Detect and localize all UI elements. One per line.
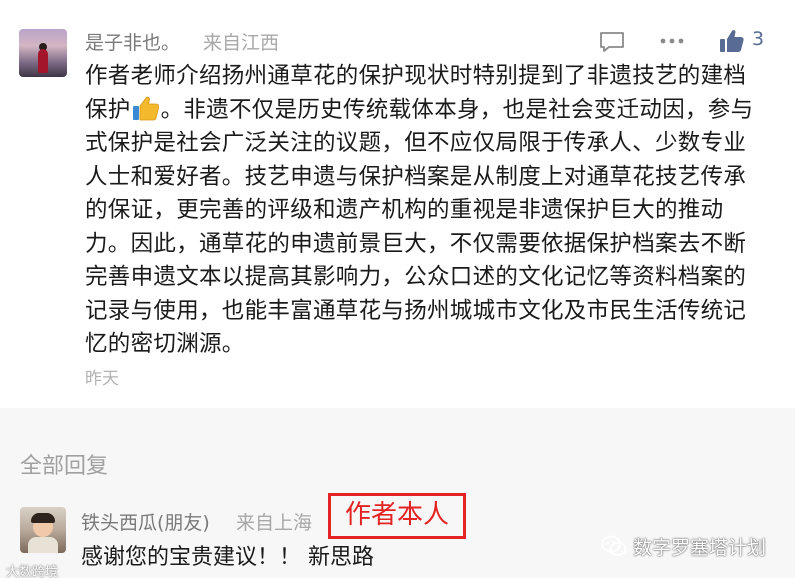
- comment-text: 作者老师介绍扬州通草花的保护现状时特别提到了非遗技艺的建档保护 。非遗不仅是历史…: [85, 60, 765, 362]
- wechat-icon: [601, 535, 627, 556]
- watermark-right: 数字罗塞塔计划: [601, 533, 766, 559]
- thumbs-up-emoji-icon: [132, 96, 159, 120]
- avatar[interactable]: [19, 29, 67, 77]
- replies-section: 全部回复 铁头西瓜(朋友) 来自上海 作者本人 感谢您的宝贵建议！！ 新思路 大…: [0, 408, 795, 578]
- comment-username[interactable]: 是子非也。: [85, 28, 180, 55]
- comment-card: 是子非也。 来自江西 3 作者老师介绍扬州通草花的保护现状时特别提到了非遗技艺的…: [0, 0, 795, 408]
- watermark-left: 大数跨境: [6, 565, 59, 578]
- reply-avatar[interactable]: [20, 507, 66, 553]
- comment-bubble-icon[interactable]: [599, 31, 625, 53]
- replies-title: 全部回复: [20, 454, 109, 479]
- like-count: 3: [752, 28, 765, 50]
- comment-location: 来自江西: [203, 32, 280, 54]
- more-dots-icon[interactable]: [658, 30, 686, 52]
- watermark-right-text: 数字罗塞塔计划: [633, 536, 767, 559]
- reply-location: 来自上海: [236, 512, 313, 534]
- comment-time: 昨天: [85, 369, 119, 389]
- comment-text-part-2: 。非遗不仅是历史传统载体本身，也是社会变迁动因，参与式保护是社会广泛关注的议题，…: [85, 96, 754, 358]
- author-badge: 作者本人: [328, 493, 466, 539]
- thumbs-up-icon[interactable]: [719, 28, 745, 54]
- reply-username[interactable]: 铁头西瓜(朋友): [81, 508, 210, 535]
- reply-text: 感谢您的宝贵建议！！ 新思路: [81, 545, 374, 570]
